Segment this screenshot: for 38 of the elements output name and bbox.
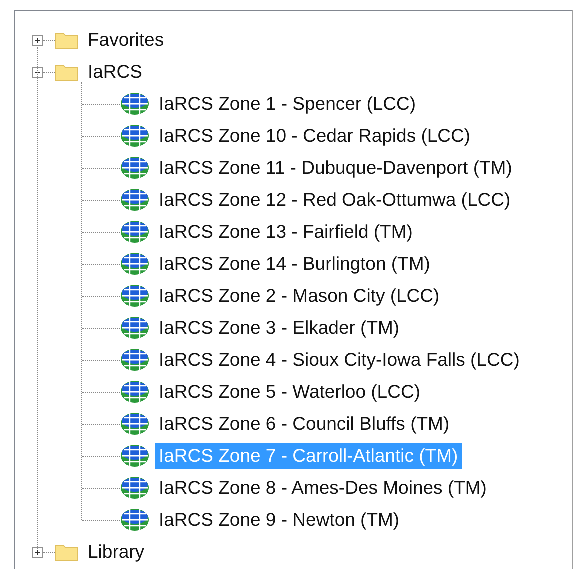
globe-icon [120,444,150,468]
globe-icon [120,156,150,180]
tree-item[interactable]: IaRCS Zone 11 - Dubuque-Davenport (TM) [155,155,516,181]
tree-item[interactable]: IaRCS Zone 10 - Cedar Rapids (LCC) [155,123,475,149]
globe-icon [120,252,150,276]
tree-item[interactable]: IaRCS Zone 6 - Council Bluffs (TM) [155,411,454,437]
tree-item[interactable]: IaRCS [84,59,146,85]
tree-item[interactable]: IaRCS Zone 9 - Newton (TM) [155,507,404,533]
tree-item[interactable]: IaRCS Zone 14 - Burlington (TM) [155,251,434,277]
globe-icon [120,316,150,340]
globe-icon [120,124,150,148]
globe-icon [120,92,150,116]
globe-icon [120,188,150,212]
globe-icon [120,508,150,532]
tree-item[interactable]: IaRCS Zone 12 - Red Oak-Ottumwa (LCC) [155,187,515,213]
collapse-toggle[interactable] [32,66,43,78]
expand-toggle[interactable] [32,34,43,46]
folder-icon [55,542,79,562]
globe-icon [120,412,150,436]
expand-toggle[interactable] [32,546,43,558]
folder-icon [55,30,79,50]
globe-icon [120,220,150,244]
tree-item[interactable]: Library [84,539,149,565]
plus-icon [33,548,42,556]
tree-item[interactable]: IaRCS Zone 4 - Sioux City-Iowa Falls (LCC) [155,347,524,373]
globe-icon [120,476,150,500]
globe-icon [120,348,150,372]
globe-icon [120,284,150,308]
tree-item[interactable]: IaRCS Zone 2 - Mason City (LCC) [155,283,444,309]
tree-item[interactable]: IaRCS Zone 3 - Elkader (TM) [155,315,404,341]
tree-item[interactable]: IaRCS Zone 13 - Fairfield (TM) [155,219,417,245]
globe-icon [120,380,150,404]
tree-item[interactable]: IaRCS Zone 8 - Ames-Des Moines (TM) [155,475,491,501]
folder-icon [55,62,79,82]
tree-item[interactable]: IaRCS Zone 5 - Waterloo (LCC) [155,379,424,405]
tree-item[interactable]: IaRCS Zone 1 - Spencer (LCC) [155,91,420,117]
tree-item[interactable]: Favorites [84,27,168,53]
plus-icon [33,36,42,44]
